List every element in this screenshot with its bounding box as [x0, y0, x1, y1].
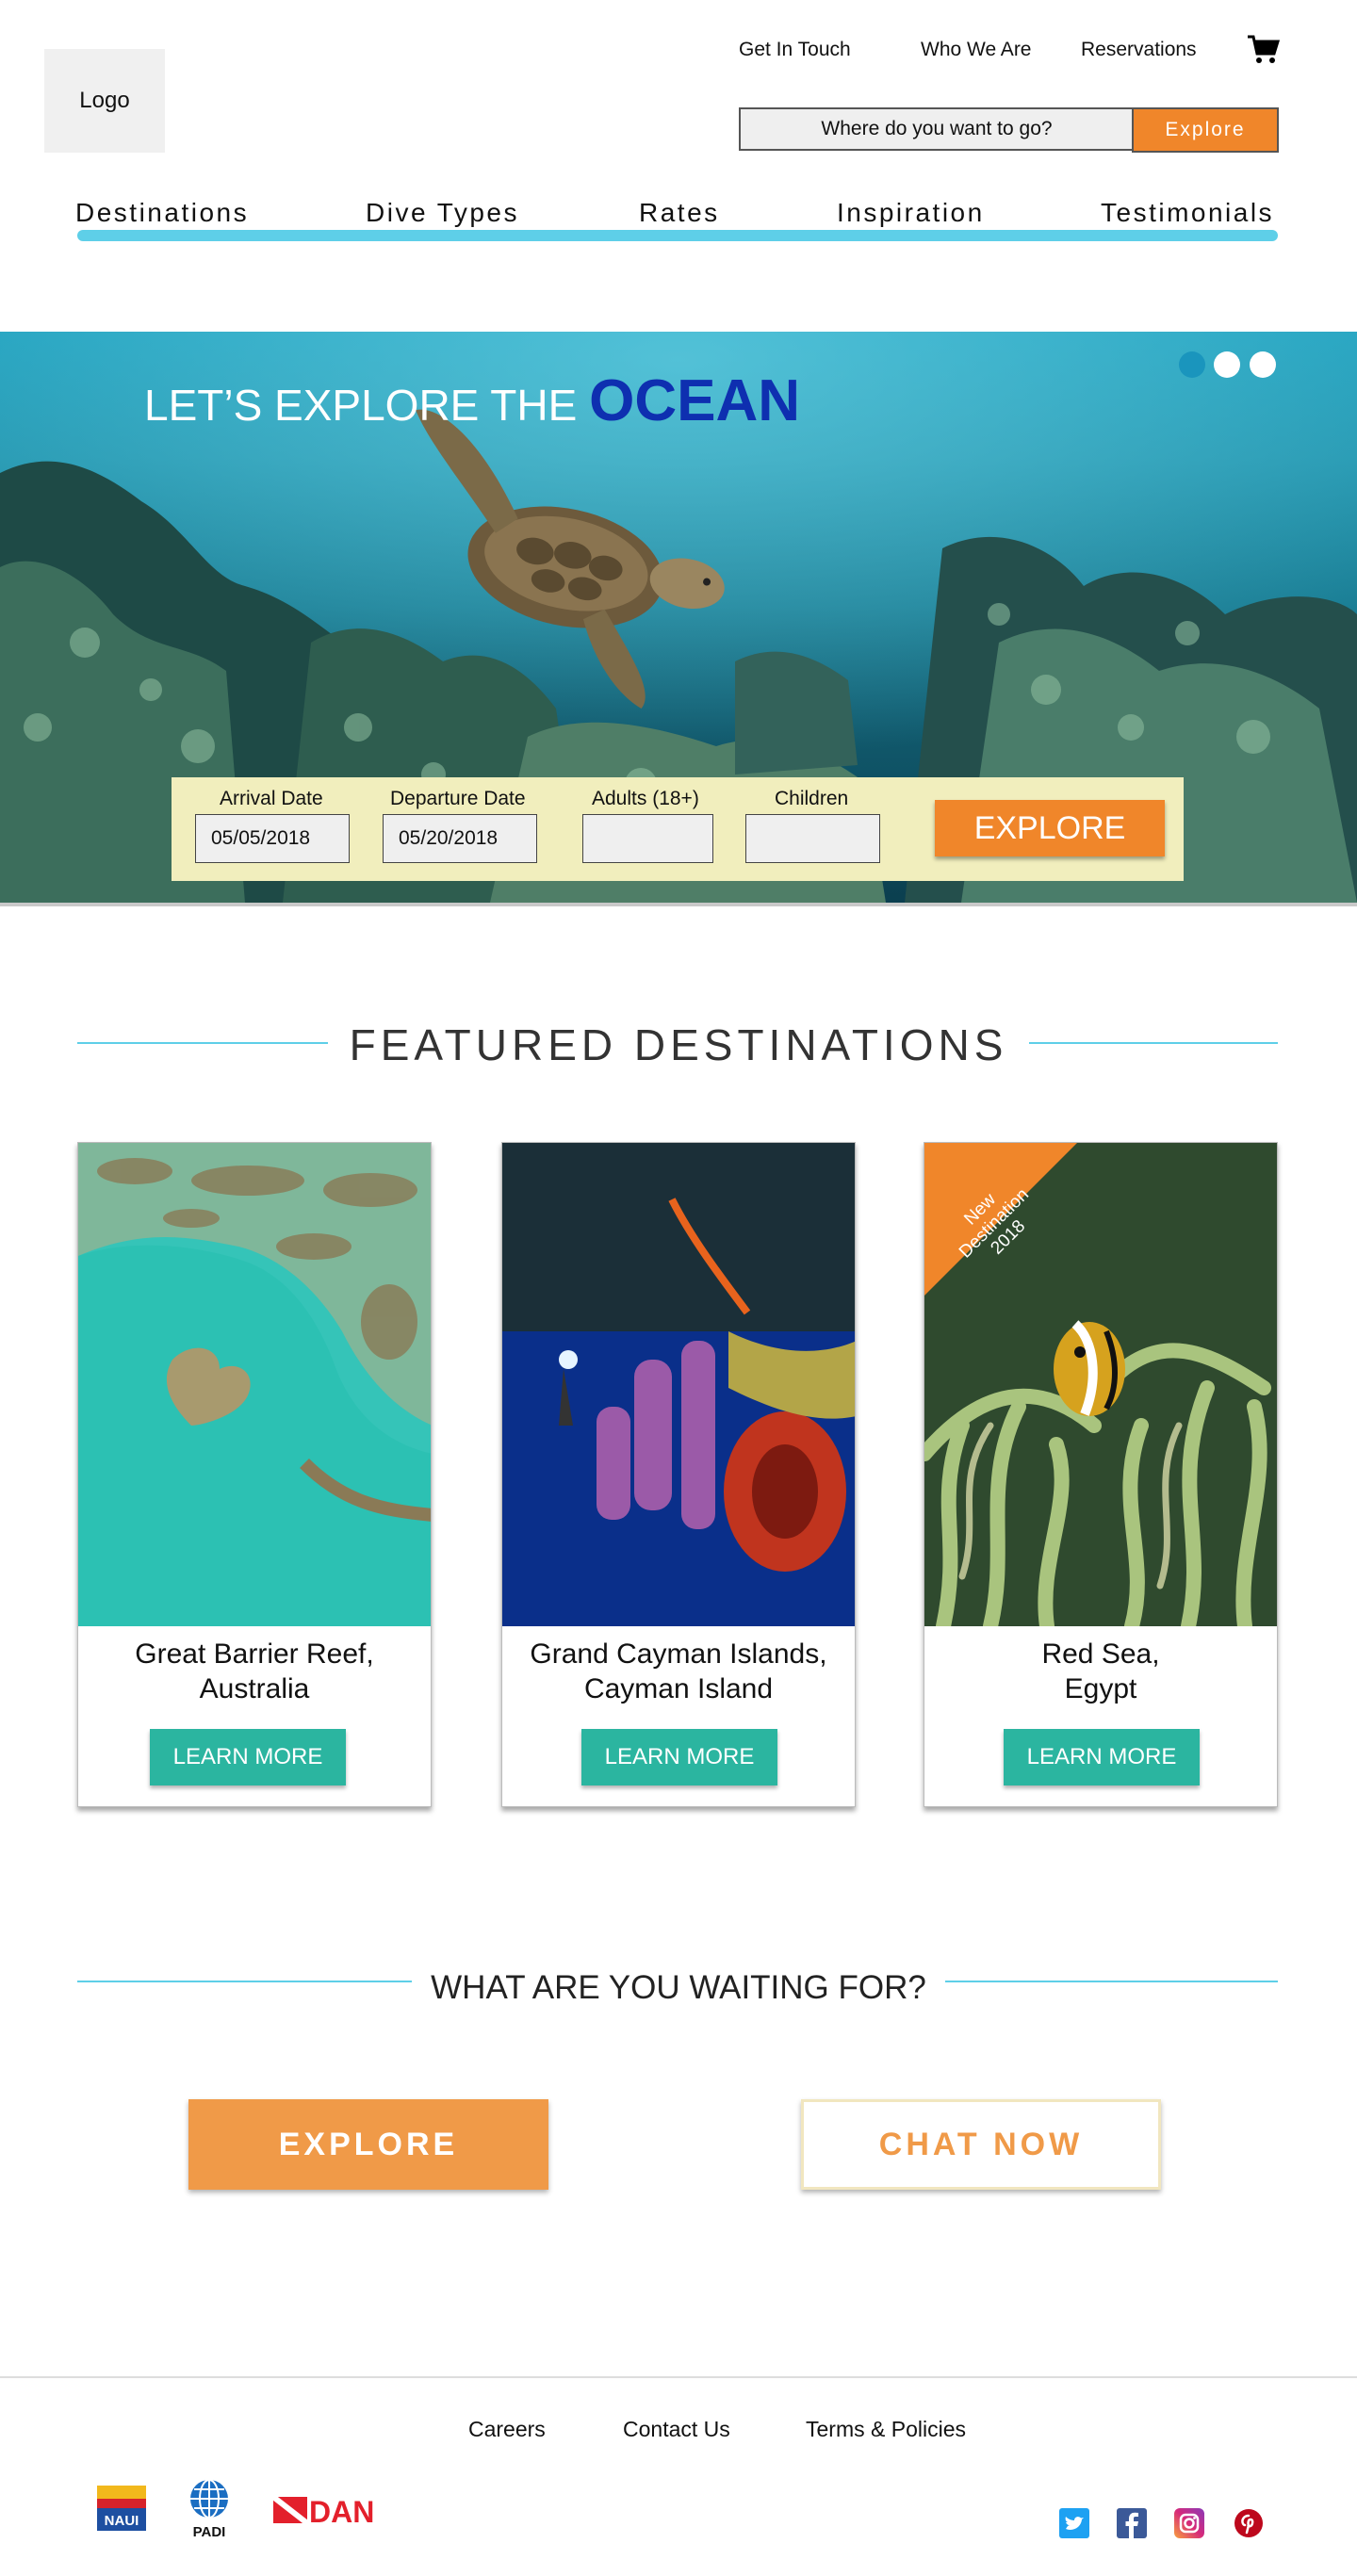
card-title-line2: Egypt	[1064, 1673, 1137, 1704]
learn-more-button[interactable]: LEARN MORE	[150, 1729, 346, 1785]
padi-logo-text: PADI	[193, 2524, 226, 2540]
adults-field[interactable]	[582, 814, 713, 863]
hero-divider	[0, 903, 1357, 906]
featured-title: FEATURED DESTINATIONS	[349, 1020, 1008, 1069]
twitter-icon[interactable]	[1059, 2508, 1089, 2538]
destination-card-red-sea: New Destination 2018 Red Sea, Egypt LEAR…	[924, 1142, 1278, 1807]
nav-inspiration[interactable]: Inspiration	[837, 198, 985, 228]
hero-caption-lead: LET’S EXPLORE THE	[144, 381, 578, 430]
arrival-date-label: Arrival Date	[220, 788, 323, 809]
card-title-line1: Great Barrier Reef,	[135, 1639, 374, 1670]
card-title: Grand Cayman Islands, Cayman Island	[502, 1637, 855, 1706]
footer-careers-link[interactable]: Careers	[468, 2417, 546, 2442]
naui-logo: NAUI	[95, 2482, 148, 2535]
card-title: Red Sea, Egypt	[924, 1637, 1277, 1706]
departure-date-label: Departure Date	[390, 788, 526, 809]
hero-caption-ocean: OCEAN	[589, 368, 800, 433]
chat-now-button[interactable]: CHAT NOW	[801, 2099, 1161, 2190]
card-title-line2: Australia	[199, 1673, 310, 1704]
nav-destinations[interactable]: Destinations	[75, 198, 249, 228]
booking-explore-button[interactable]: EXPLORE	[935, 800, 1165, 856]
card-title-line1: Grand Cayman Islands,	[530, 1639, 827, 1670]
hero-caption: LET’S EXPLORE THE OCEAN	[144, 367, 800, 434]
instagram-icon[interactable]	[1174, 2508, 1204, 2538]
pinterest-icon[interactable]	[1234, 2508, 1264, 2538]
footer-divider	[0, 2376, 1357, 2378]
children-label: Children	[775, 788, 849, 809]
children-field[interactable]	[745, 814, 880, 863]
nav-dive-types[interactable]: Dive Types	[366, 198, 519, 228]
learn-more-button[interactable]: LEARN MORE	[1004, 1729, 1200, 1785]
search-explore-button[interactable]: Explore	[1132, 107, 1279, 153]
get-in-touch-link[interactable]: Get In Touch	[739, 39, 851, 61]
reservations-link[interactable]: Reservations	[1081, 39, 1197, 61]
card-title-line1: Red Sea,	[1041, 1639, 1160, 1670]
who-we-are-link[interactable]: Who We Are	[921, 39, 1032, 61]
cta-explore-button[interactable]: EXPLORE	[188, 2099, 548, 2190]
carousel-dot-1[interactable]	[1179, 351, 1205, 378]
destination-card-great-barrier-reef: Great Barrier Reef, Australia LEARN MORE	[77, 1142, 432, 1807]
card-title: Great Barrier Reef, Australia	[78, 1637, 431, 1706]
carousel-dot-2[interactable]	[1214, 351, 1240, 378]
nav-underline-bar	[77, 230, 1278, 241]
logo[interactable]: Logo	[44, 49, 165, 153]
dan-logo-text: DAN	[309, 2495, 374, 2527]
cart-icon[interactable]	[1246, 32, 1280, 66]
carousel-dot-3[interactable]	[1250, 351, 1276, 378]
arrival-date-field[interactable]: 05/05/2018	[195, 814, 350, 863]
cta-title: WHAT ARE YOU WAITING FOR?	[431, 1969, 926, 2006]
footer-terms-link[interactable]: Terms & Policies	[806, 2417, 966, 2442]
padi-logo: PADI	[185, 2478, 234, 2540]
learn-more-button[interactable]: LEARN MORE	[581, 1729, 777, 1785]
destination-card-grand-cayman: Grand Cayman Islands, Cayman Island LEAR…	[501, 1142, 856, 1807]
destination-search-input[interactable]: Where do you want to go?	[739, 107, 1133, 151]
naui-logo-text: NAUI	[105, 2513, 139, 2529]
nav-rates[interactable]: Rates	[639, 198, 720, 228]
footer-contact-link[interactable]: Contact Us	[623, 2417, 730, 2442]
departure-date-field[interactable]: 05/20/2018	[383, 814, 537, 863]
dan-logo: DAN	[271, 2493, 388, 2529]
facebook-icon[interactable]	[1117, 2508, 1147, 2538]
adults-label: Adults (18+)	[592, 788, 699, 809]
nav-testimonials[interactable]: Testimonials	[1101, 198, 1274, 228]
grand-cayman-image	[502, 1143, 855, 1626]
card-title-line2: Cayman Island	[583, 1673, 774, 1704]
great-barrier-reef-image	[78, 1143, 431, 1626]
